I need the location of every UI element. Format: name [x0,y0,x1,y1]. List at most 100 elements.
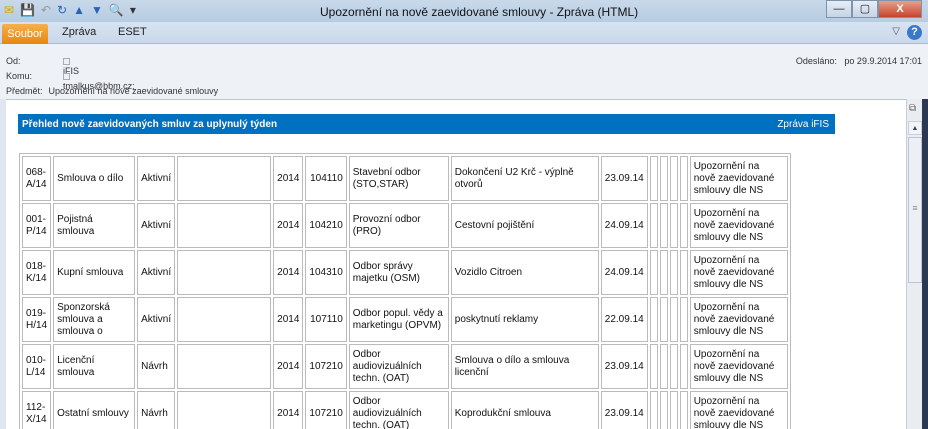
cell-year: 2014 [273,297,304,342]
cell-type: Licenční smlouva [53,344,136,389]
cell-party [177,203,272,248]
table-row: 068-A/14 Smlouva o dílo Aktivní 2014 104110 S… [22,156,788,201]
mail-icon: ✉ [4,3,15,17]
cell-date: 22.09.14 [600,297,648,342]
cell-note: Upozornění na nově zaevidované smlouvy d… [689,250,788,295]
report-source: Zpráva iFIS [777,119,829,130]
cell-subject: Cestovní pojištění [450,203,599,248]
cell-empty [659,203,668,248]
contact-checkbox-icon [63,73,70,81]
cell-note: Upozornění na nově zaevidované smlouvy d… [689,156,788,201]
cell-id: 068-A/14 [22,156,52,201]
cell-id: 112-X/14 [22,391,52,429]
cell-id: 001-P/14 [22,203,52,248]
report-title: Přehled nově zaevidovaných smluv za uply… [22,119,278,130]
cell-party [177,250,272,295]
cell-code: 107210 [305,391,347,429]
cell-dept: Odbor audiovizuálních techn. (OAT) [348,344,449,389]
title-bar: ✉ 💾 ↶ ↻ ▲ ▼ 🔍 ▾ Upozornění na nově zaevi… [0,0,928,22]
cell-code: 104110 [305,156,347,201]
cell-empty [649,297,658,342]
redo-icon[interactable]: ↻ [57,3,67,17]
cell-empty [679,297,688,342]
scroll-thumb[interactable]: ≡ [908,137,922,283]
minimize-ribbon-icon[interactable]: ▽ [892,26,900,37]
cell-empty [649,156,658,201]
window-title: Upozornění na nově zaevidované smlouvy -… [320,5,639,19]
cell-state: Aktivní [137,250,176,295]
previous-item-icon[interactable]: ▲ [73,3,85,17]
cell-dept: Provozní odbor (PRO) [348,203,449,248]
tab-eset[interactable]: ESET [118,26,147,38]
report-banner: Přehled nově zaevidovaných smluv za uply… [18,114,835,134]
cell-id: 010-L/14 [22,344,52,389]
cell-dept: Odbor správy majetku (OSM) [348,250,449,295]
cell-id: 019-H/14 [22,297,52,342]
cell-empty [679,250,688,295]
cell-subject: Smlouva o dílo a smlouva licenční [450,344,599,389]
message-header: Od: iFIS Komu: tmalkus@bbm.cz; Předmět: Upo… [0,44,928,99]
cell-party [177,297,272,342]
cell-id: 018-K/14 [22,250,52,295]
to-label: Komu: [6,71,33,81]
cell-type: Ostatní smlouvy [53,391,136,429]
cell-empty [669,250,678,295]
cell-empty [669,391,678,429]
cell-empty [679,203,688,248]
cell-note: Upozornění na nově zaevidované smlouvy d… [689,391,788,429]
cell-year: 2014 [273,156,304,201]
scroll-up-button[interactable]: ▲ [908,121,922,135]
table-row: 019-H/14 Sponzorská smlouva a smlouva o Ak… [22,297,788,342]
cell-note: Upozornění na nově zaevidované smlouvy d… [689,344,788,389]
tab-soubor[interactable]: Soubor [2,24,48,44]
cell-subject: Vozidlo Citroen [450,250,599,295]
cell-empty [659,156,668,201]
cell-code: 107210 [305,344,347,389]
cell-date: 23.09.14 [600,156,648,201]
cell-empty [669,203,678,248]
zoom-icon[interactable]: ⧉ [909,103,916,114]
cell-empty [649,391,658,429]
next-item-icon[interactable]: ▼ [91,3,103,17]
minimize-button[interactable]: — [826,0,852,18]
cell-party [177,391,272,429]
cell-state: Aktivní [137,203,176,248]
cell-note: Upozornění na nově zaevidované smlouvy d… [689,297,788,342]
vertical-scrollbar[interactable]: ⧉ ▲ ≡ [906,99,922,429]
cell-empty [669,344,678,389]
cell-code: 107110 [305,297,347,342]
quick-access-toolbar: ✉ 💾 ↶ ↻ ▲ ▼ 🔍 ▾ [4,3,136,17]
cell-date: 24.09.14 [600,203,648,248]
cell-subject: poskytnutí reklamy [450,297,599,342]
tab-zprava[interactable]: Zpráva [62,26,96,38]
cell-empty [659,297,668,342]
cell-code: 104310 [305,250,347,295]
cell-type: Sponzorská smlouva a smlouva o [53,297,136,342]
customize-toolbar-icon[interactable]: ▾ [130,3,136,17]
sent-value: po 29.9.2014 17:01 [844,56,922,66]
cell-subject: Dokončení U2 Krč - výplně otvorů [450,156,599,201]
print-preview-icon[interactable]: 🔍 [109,3,124,17]
cell-empty [649,344,658,389]
cell-dept: Odbor popul. vědy a marketingu (OPVM) [348,297,449,342]
table-row: 001-P/14 Pojistná smlouva Aktivní 2014 10421… [22,203,788,248]
help-icon[interactable]: ? [907,25,922,40]
contact-checkbox-icon [63,58,70,66]
cell-state: Návrh [137,391,176,429]
save-icon[interactable]: 💾 [20,3,35,17]
cell-empty [679,391,688,429]
cell-year: 2014 [273,250,304,295]
cell-subject: Koprodukční smlouva [450,391,599,429]
cell-empty [669,297,678,342]
undo-icon[interactable]: ↶ [41,3,51,17]
cell-state: Aktivní [137,297,176,342]
cell-date: 23.09.14 [600,391,648,429]
cell-note: Upozornění na nově zaevidované smlouvy d… [689,203,788,248]
maximize-button[interactable]: ▢ [852,0,878,18]
cell-empty [659,391,668,429]
message-body: Přehled nově zaevidovaných smluv za uply… [6,99,906,429]
sent-label: Odesláno: [795,56,837,66]
cell-empty [649,203,658,248]
close-button[interactable]: X [878,0,922,18]
table-row: 112-X/14 Ostatní smlouvy Návrh 2014 107210 Od… [22,391,788,429]
